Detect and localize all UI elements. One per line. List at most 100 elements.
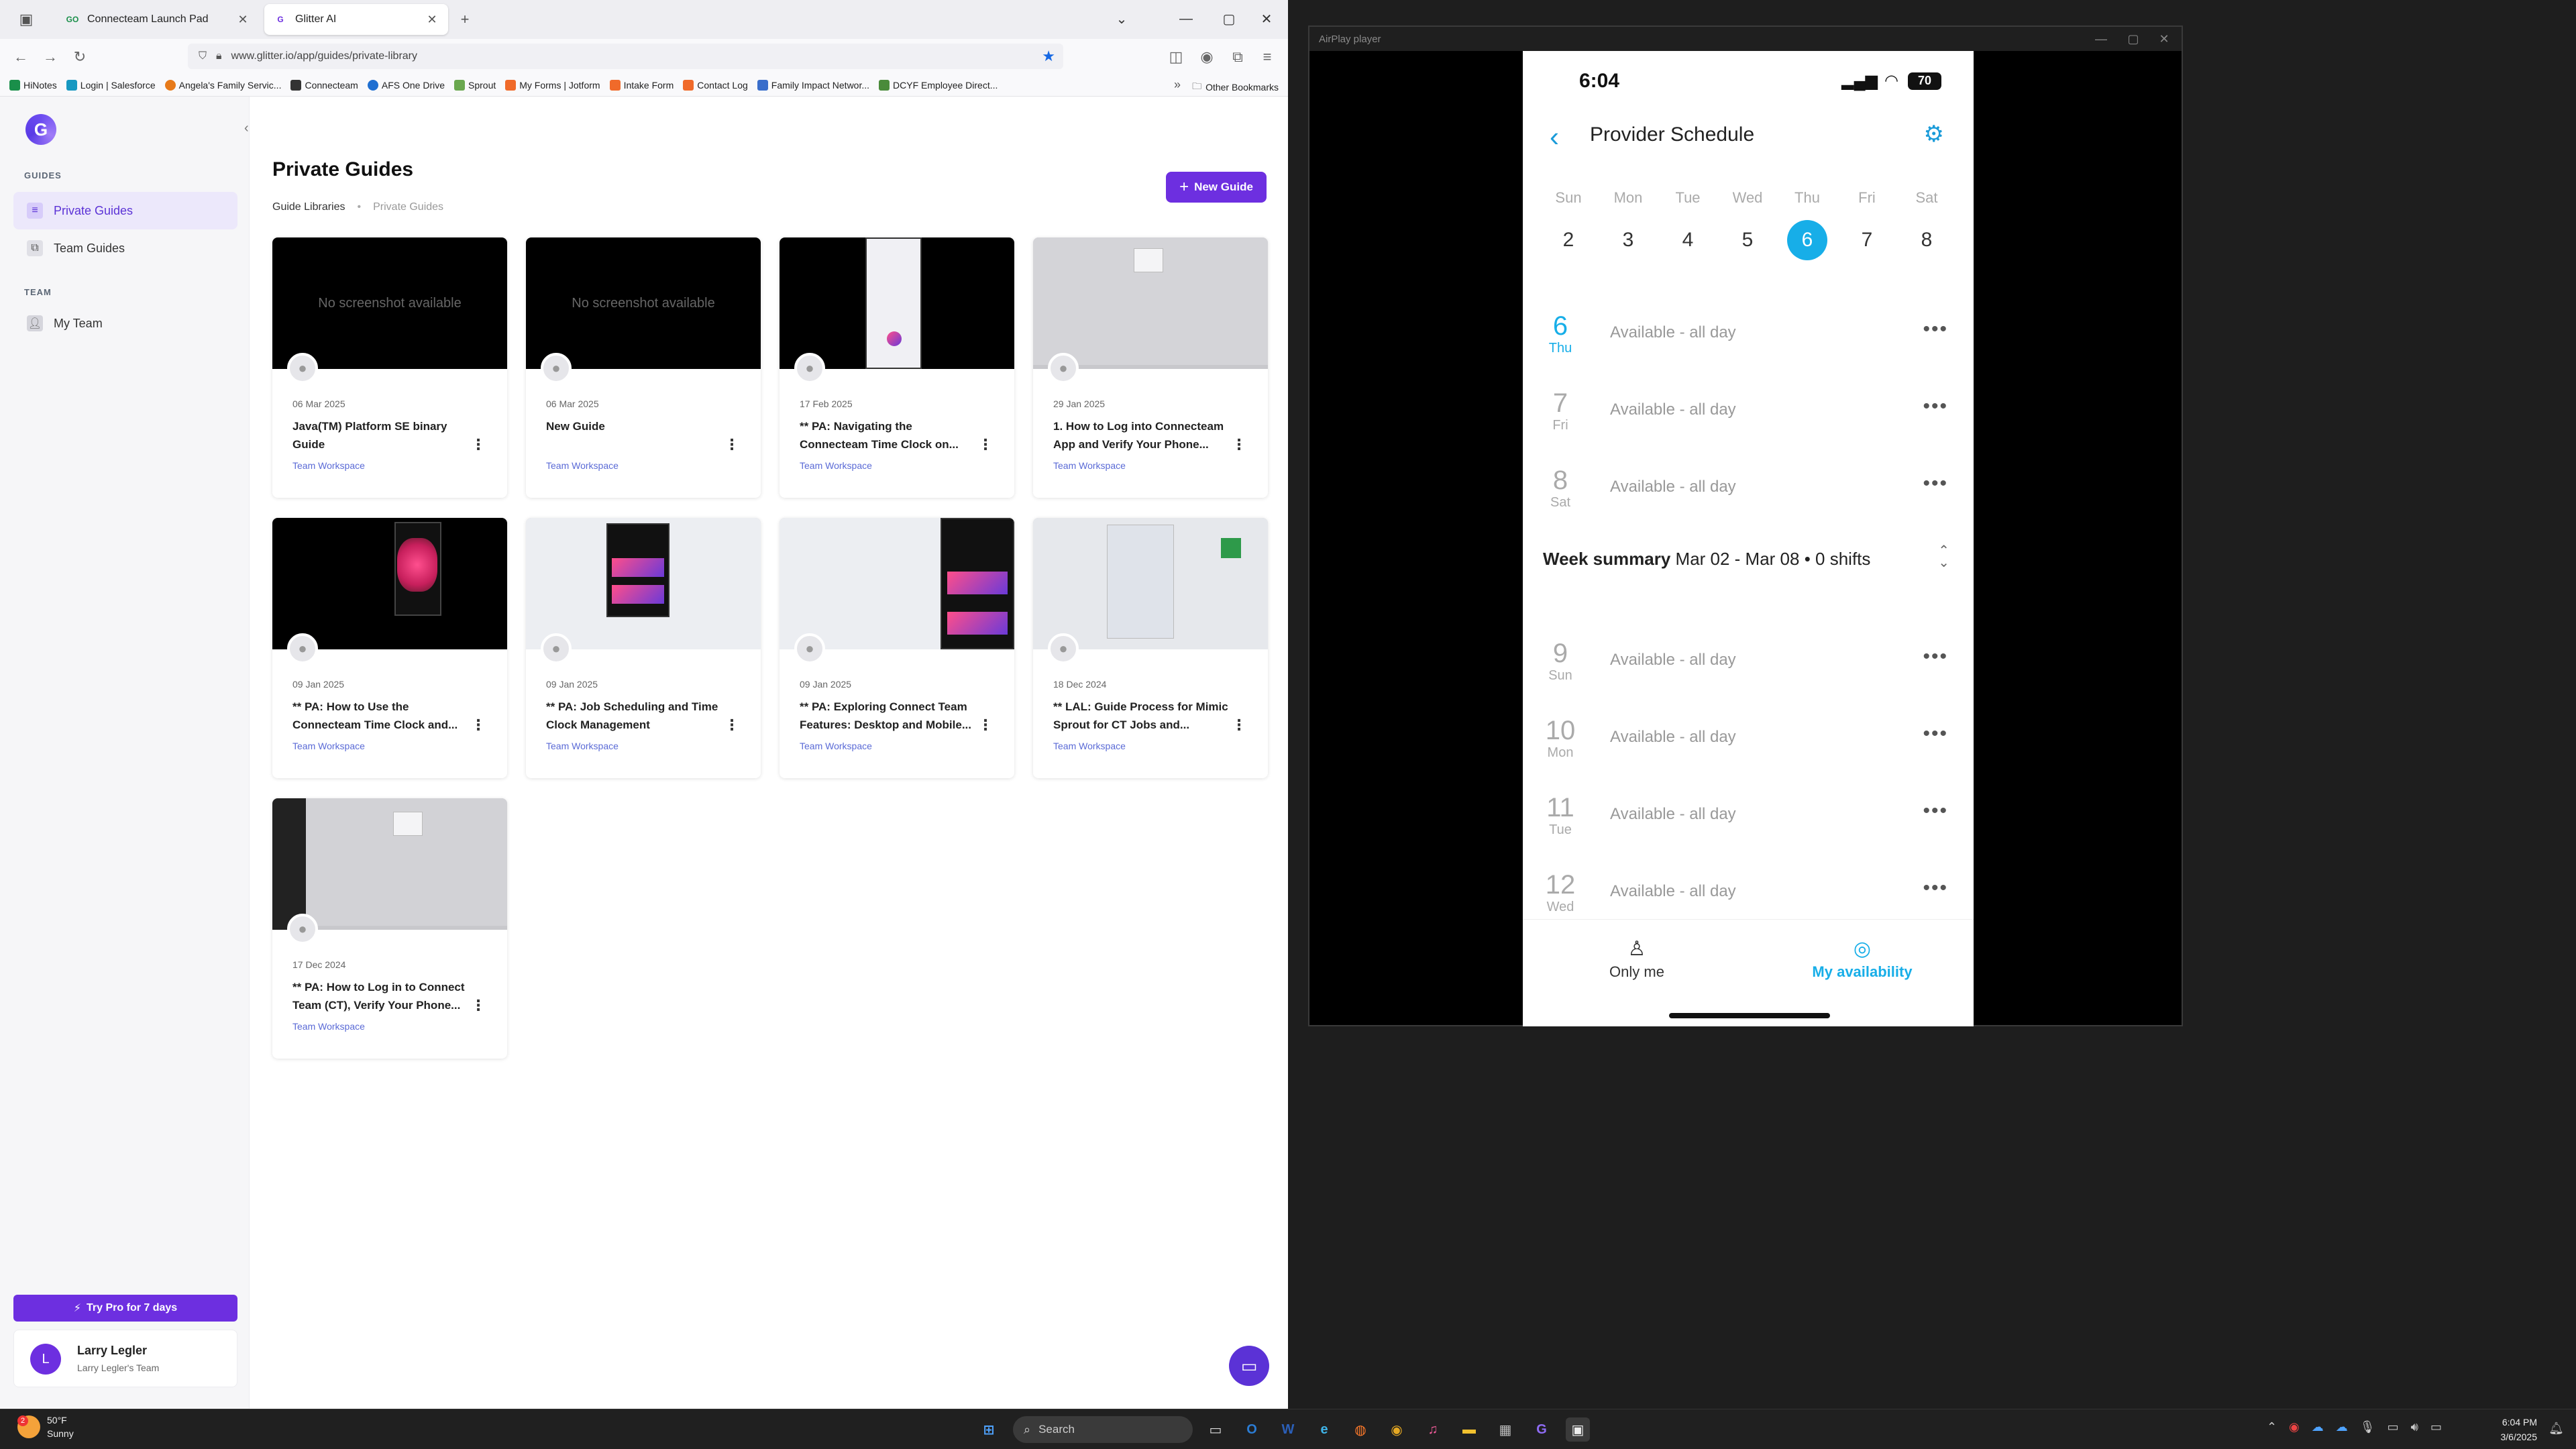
tab-connecteam[interactable]: GO Connecteam Launch Pad ✕: [56, 4, 259, 35]
availability-row[interactable]: 6 Thu Available - all day •••: [1523, 311, 1974, 378]
guide-card[interactable]: ● 09 Jan 2025 ** PA: Exploring Connect T…: [780, 518, 1014, 778]
guide-title[interactable]: ** PA: How to Log in to Connect Team (CT…: [292, 978, 474, 1014]
other-bookmarks[interactable]: 🗀 Other Bookmarks: [1192, 79, 1279, 95]
more-options-icon[interactable]: •••: [1923, 472, 1948, 495]
more-options-icon[interactable]: •••: [1923, 800, 1948, 822]
guide-title[interactable]: ** PA: Navigating the Connecteam Time Cl…: [800, 417, 981, 453]
user-card[interactable]: L Larry Legler Larry Legler's Team: [13, 1330, 237, 1387]
sidebar-item-team-guides[interactable]: ⧉ Team Guides: [13, 229, 237, 267]
volume-icon[interactable]: 🔊︎: [2411, 1420, 2418, 1434]
chevron-up-icon[interactable]: ⌃: [2267, 1420, 2277, 1434]
notification-bell-icon[interactable]: 🔔︎: [2548, 1421, 2564, 1436]
tab-my-availability[interactable]: ◎ My availability: [1782, 937, 1943, 981]
minimize-icon[interactable]: —: [2088, 28, 2114, 50]
clock[interactable]: 6:04 PM 3/6/2025: [2501, 1415, 2538, 1444]
task-view-icon[interactable]: ▭: [1203, 1417, 1228, 1442]
bookmark-sprout[interactable]: Sprout: [454, 79, 496, 91]
maximize-icon[interactable]: ▢: [1216, 7, 1242, 31]
gear-icon[interactable]: ⚙︎: [1924, 121, 1944, 148]
more-options-icon[interactable]: ⋮: [978, 436, 993, 453]
guide-card[interactable]: ● 29 Jan 2025 1. How to Log into Connect…: [1033, 237, 1268, 498]
bookmark-star-icon[interactable]: ★: [1042, 48, 1055, 65]
more-options-icon[interactable]: •••: [1923, 645, 1948, 668]
guide-card[interactable]: No screenshot available ● 06 Mar 2025 Ne…: [526, 237, 761, 498]
tab-close-icon[interactable]: ✕: [425, 13, 439, 27]
bookmark-jotform[interactable]: My Forms | Jotform: [505, 79, 600, 91]
file-explorer-icon[interactable]: ▬: [1457, 1417, 1481, 1442]
more-options-icon[interactable]: •••: [1923, 395, 1948, 418]
date-cell[interactable]: 7: [1847, 220, 1887, 260]
bookmark-dcyf[interactable]: DCYF Employee Direct...: [879, 79, 998, 91]
bookmark-angelas[interactable]: Angela's Family Servic...: [164, 79, 281, 91]
collapse-sidebar-icon[interactable]: ‹: [244, 121, 249, 136]
edge-icon[interactable]: e: [1312, 1417, 1336, 1442]
date-cell-selected[interactable]: 6: [1787, 220, 1827, 260]
more-options-icon[interactable]: ⋮: [724, 716, 739, 734]
guide-title[interactable]: New Guide: [546, 417, 727, 435]
date-cell[interactable]: 2: [1548, 220, 1589, 260]
more-options-icon[interactable]: ⋮: [471, 997, 486, 1014]
calculator-icon[interactable]: ▦: [1493, 1417, 1517, 1442]
guide-card[interactable]: No screenshot available ● 06 Mar 2025 Ja…: [272, 237, 507, 498]
more-options-icon[interactable]: ⋮: [471, 436, 486, 453]
expand-collapse-icon[interactable]: ⌃ ⌄: [1938, 544, 1949, 570]
bookmark-intake-form[interactable]: Intake Form: [609, 79, 674, 91]
chat-support-button[interactable]: ▭: [1229, 1346, 1269, 1386]
new-guide-button[interactable]: + New Guide: [1166, 172, 1267, 203]
airplay-app-icon[interactable]: ▣: [1566, 1417, 1590, 1442]
availability-row[interactable]: 7 Fri Available - all day •••: [1523, 388, 1974, 455]
tab-only-me[interactable]: ♙ Only me: [1556, 937, 1717, 981]
bookmark-family-impact[interactable]: Family Impact Networ...: [757, 79, 869, 91]
guide-card[interactable]: ● 09 Jan 2025 ** PA: How to Use the Conn…: [272, 518, 507, 778]
minimize-icon[interactable]: —: [1173, 7, 1199, 31]
menu-icon[interactable]: ≡: [1257, 47, 1277, 67]
date-cell[interactable]: 4: [1668, 220, 1708, 260]
more-options-icon[interactable]: •••: [1923, 318, 1948, 341]
more-options-icon[interactable]: ⋮: [471, 716, 486, 734]
new-tab-icon[interactable]: +: [455, 9, 475, 30]
music-icon[interactable]: ♫: [1421, 1417, 1445, 1442]
pocket-icon[interactable]: ◫: [1166, 47, 1186, 67]
bookmarks-overflow-icon[interactable]: »: [1174, 78, 1181, 92]
availability-row[interactable]: 11 Tue Available - all day •••: [1523, 793, 1974, 860]
guide-title[interactable]: ** LAL: Guide Process for Mimic Sprout f…: [1053, 698, 1234, 734]
availability-row[interactable]: 8 Sat Available - all day •••: [1523, 466, 1974, 533]
weather-widget[interactable]: 2 50°F Sunny: [17, 1413, 74, 1440]
glitter-app-icon[interactable]: G: [1529, 1417, 1554, 1442]
availability-row[interactable]: 10 Mon Available - all day •••: [1523, 716, 1974, 783]
availability-row[interactable]: 9 Sun Available - all day •••: [1523, 639, 1974, 706]
bookmark-contact-log[interactable]: Contact Log: [683, 79, 748, 91]
more-options-icon[interactable]: ⋮: [724, 436, 739, 453]
bookmark-salesforce[interactable]: Login | Salesforce: [66, 79, 156, 91]
guide-card[interactable]: ● 18 Dec 2024 ** LAL: Guide Process for …: [1033, 518, 1268, 778]
antivirus-icon[interactable]: ◉: [2289, 1420, 2300, 1434]
onedrive-icon[interactable]: ☁: [2312, 1420, 2324, 1434]
back-chevron-icon[interactable]: ‹: [1550, 121, 1559, 153]
guide-title[interactable]: ** PA: Job Scheduling and Time Clock Man…: [546, 698, 727, 734]
network-icon[interactable]: ▭: [2387, 1420, 2399, 1434]
account-icon[interactable]: ◉: [1197, 47, 1217, 67]
try-pro-button[interactable]: ⚡︎ Try Pro for 7 days: [13, 1295, 237, 1322]
guide-title[interactable]: Java(TM) Platform SE binary Guide: [292, 417, 474, 453]
breadcrumb-root[interactable]: Guide Libraries: [272, 201, 345, 213]
battery-tray-icon[interactable]: ▭: [2430, 1420, 2442, 1434]
sidebar-item-private-guides[interactable]: ≡ Private Guides: [13, 192, 237, 229]
more-options-icon[interactable]: ⋮: [1232, 436, 1246, 453]
glitter-logo[interactable]: G: [25, 114, 56, 145]
maximize-icon[interactable]: ▢: [2120, 28, 2147, 50]
more-options-icon[interactable]: •••: [1923, 877, 1948, 900]
taskbar-search[interactable]: ⌕ Search: [1013, 1416, 1193, 1443]
sidebar-item-my-team[interactable]: 👤︎ My Team: [13, 305, 237, 342]
reload-icon[interactable]: ↻: [70, 47, 90, 67]
guide-card[interactable]: ● 17 Feb 2025 ** PA: Navigating the Conn…: [780, 237, 1014, 498]
guide-card[interactable]: ● 17 Dec 2024 ** PA: How to Log in to Co…: [272, 798, 507, 1059]
more-options-icon[interactable]: ⋮: [978, 716, 993, 734]
chrome-icon[interactable]: ◉: [1385, 1417, 1409, 1442]
bookmark-connecteam[interactable]: Connecteam: [290, 79, 358, 91]
address-bar[interactable]: ⛉ 🔒︎ www.glitter.io/app/guides/private-l…: [188, 44, 1063, 69]
tab-list-icon[interactable]: ▣: [16, 9, 36, 30]
close-window-icon[interactable]: ✕: [1253, 7, 1280, 31]
more-options-icon[interactable]: •••: [1923, 722, 1948, 745]
guide-title[interactable]: ** PA: Exploring Connect Team Features: …: [800, 698, 981, 734]
windows-start-icon[interactable]: ⊞: [977, 1417, 1001, 1442]
